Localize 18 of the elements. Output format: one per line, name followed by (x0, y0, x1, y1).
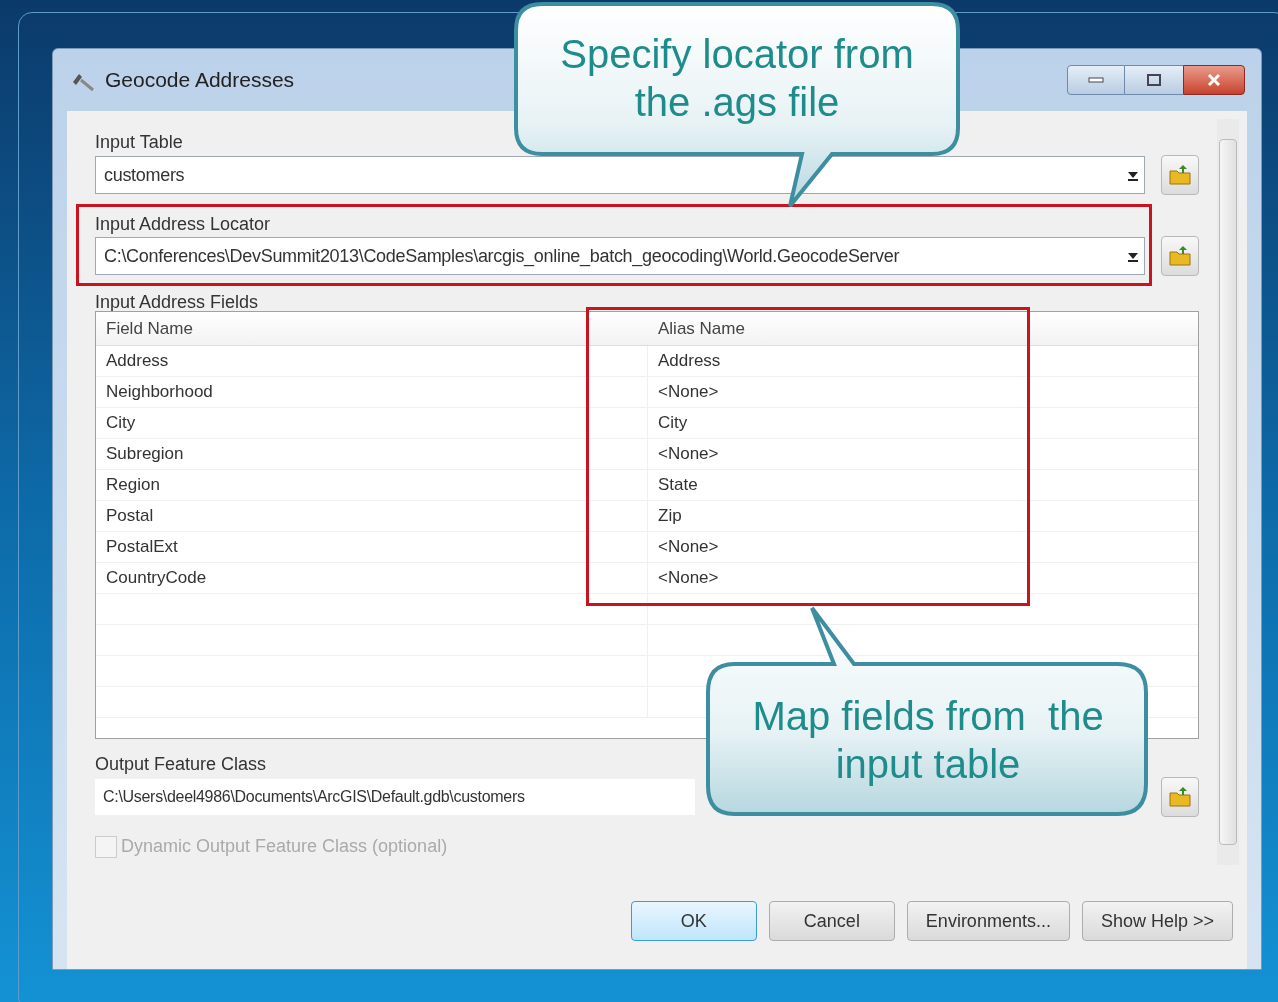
table-cell-text: <None> (657, 567, 720, 590)
field-label: Output Feature Class (95, 753, 267, 775)
table-cell-text: Zip (657, 505, 683, 528)
callout-text: Map fields from the (752, 693, 1104, 740)
table-cell-text: <None> (657, 443, 720, 466)
table-cell-text: State (657, 474, 699, 497)
table-cell-text: Address (657, 350, 722, 373)
table-cell-text: City (657, 412, 689, 435)
callout-text: the .ags file (634, 79, 840, 126)
table-cell-text: <None> (657, 536, 720, 559)
field-label: Input Address Locator (95, 213, 271, 233)
window-title: Geocode Addresses (105, 67, 296, 94)
callout-text: Specify locator from (560, 31, 914, 78)
callout-text: input table (835, 741, 1021, 788)
checkbox-label: Dynamic Output Feature Class (optional) (121, 835, 448, 858)
table-cell-text: <None> (657, 381, 720, 404)
field-label: Input Table (95, 131, 183, 153)
field-label: Input Address Fields (95, 291, 259, 311)
